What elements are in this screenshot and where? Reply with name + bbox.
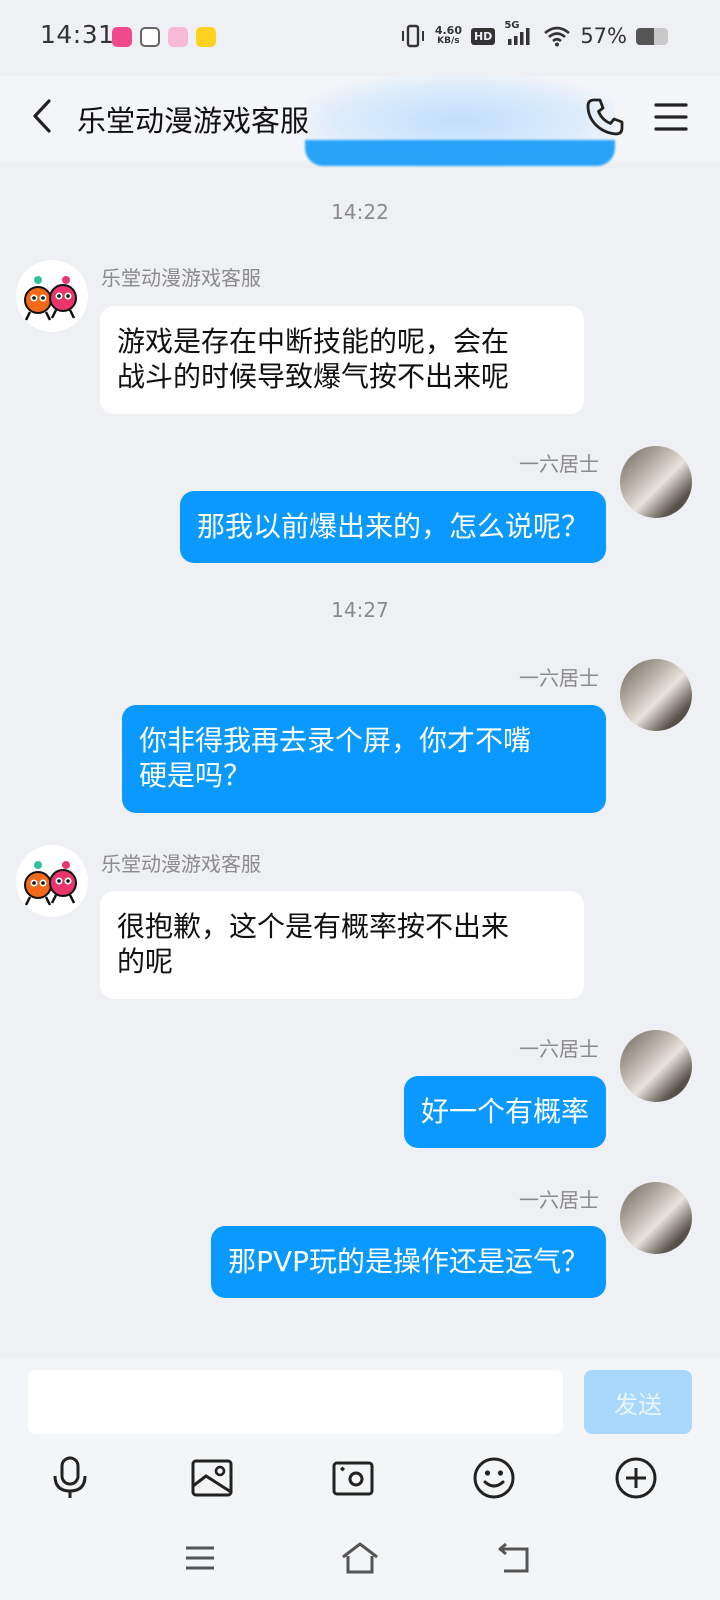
network-speed-unit: KB/s bbox=[437, 36, 460, 46]
wifi-icon bbox=[544, 26, 571, 47]
message-bubble[interactable]: 那我以前爆出来的，怎么说呢？ bbox=[179, 491, 606, 563]
home-button[interactable] bbox=[336, 1534, 384, 1582]
status-time: 14:31 bbox=[40, 20, 115, 49]
sender-name: 一六居士 bbox=[519, 1188, 599, 1212]
back-nav-button[interactable] bbox=[490, 1534, 538, 1582]
sender-name: 乐堂动漫游戏客服 bbox=[101, 266, 261, 290]
photo-icon bbox=[191, 1459, 233, 1497]
sender-name: 乐堂动漫游戏客服 bbox=[101, 852, 261, 876]
sender-name: 一六居士 bbox=[519, 452, 599, 476]
cellular-signal-icon: 5G bbox=[504, 20, 534, 48]
customer-service-avatar-icon bbox=[16, 845, 88, 917]
battery-level-fill bbox=[636, 27, 655, 45]
avatar[interactable] bbox=[16, 845, 88, 917]
avatar[interactable] bbox=[16, 260, 88, 332]
photo-button[interactable] bbox=[186, 1452, 238, 1504]
voice-button[interactable] bbox=[44, 1452, 96, 1504]
system-navigation-bar bbox=[0, 1522, 720, 1600]
chat-title: 乐堂动漫游戏客服 bbox=[77, 104, 310, 138]
app-notification-icon bbox=[168, 27, 188, 47]
status-bar: 14:31 4.60 KB/s HD 5G 57% bbox=[0, 0, 720, 76]
avatar[interactable] bbox=[620, 1030, 692, 1102]
send-button[interactable]: 发送 bbox=[584, 1370, 692, 1434]
sender-name: 一六居士 bbox=[519, 1037, 599, 1061]
recent-apps-icon bbox=[186, 1546, 214, 1570]
app-notification-icon bbox=[196, 27, 216, 47]
chat-messages[interactable]: 14:22 乐堂动漫游戏客服 游戏是存在中断技能的呢，会在 战斗的时候导致爆气按… bbox=[0, 162, 720, 1358]
sender-name: 一六居士 bbox=[519, 666, 599, 690]
call-button[interactable] bbox=[584, 96, 626, 138]
hamburger-menu-icon bbox=[654, 103, 688, 131]
avatar[interactable] bbox=[620, 1182, 692, 1254]
message-bubble[interactable]: 你非得我再去录个屏，你才不嘴 硬是吗？ bbox=[122, 705, 606, 813]
time-divider: 14:27 bbox=[331, 598, 389, 622]
avatar[interactable] bbox=[620, 446, 692, 518]
battery-icon bbox=[636, 27, 668, 45]
camera-button[interactable] bbox=[327, 1452, 379, 1504]
back-button[interactable] bbox=[22, 94, 62, 138]
input-toolbar bbox=[0, 1440, 720, 1522]
plus-icon bbox=[615, 1457, 657, 1499]
message-text-line: 的呢 bbox=[117, 945, 174, 978]
home-icon bbox=[342, 1542, 378, 1574]
hd-badge: HD bbox=[470, 27, 496, 45]
camera-icon bbox=[332, 1461, 374, 1496]
message-bubble[interactable]: 很抱歉，这个是有概率按不出来 的呢 bbox=[100, 891, 584, 999]
message-text: 那PVP玩的是操作还是运气？ bbox=[228, 1245, 589, 1278]
recent-apps-button[interactable] bbox=[176, 1534, 224, 1582]
time-divider: 14:22 bbox=[331, 200, 389, 224]
vibrate-icon bbox=[401, 24, 424, 48]
message-input[interactable] bbox=[28, 1370, 563, 1434]
notification-icons bbox=[112, 27, 216, 47]
emoji-icon bbox=[473, 1457, 515, 1499]
message-text-line: 游戏是存在中断技能的呢，会在 bbox=[117, 325, 510, 358]
phone-icon bbox=[586, 98, 624, 136]
message-bubble[interactable]: 那PVP玩的是操作还是运气？ bbox=[211, 1226, 606, 1298]
back-icon bbox=[498, 1542, 529, 1573]
message-bubble[interactable]: 好一个有概率 bbox=[403, 1076, 606, 1148]
avatar[interactable] bbox=[620, 659, 692, 731]
message-bubble[interactable]: 游戏是存在中断技能的呢，会在 战斗的时候导致爆气按不出来呢 bbox=[100, 306, 584, 414]
app-notification-icon bbox=[140, 27, 160, 47]
battery-percent: 57% bbox=[580, 24, 627, 48]
message-text-line: 你非得我再去录个屏，你才不嘴 bbox=[139, 724, 532, 757]
message-text-line: 硬是吗？ bbox=[139, 759, 252, 792]
customer-service-avatar-icon bbox=[16, 260, 88, 332]
message-text-line: 很抱歉，这个是有概率按不出来 bbox=[117, 910, 510, 943]
message-text: 那我以前爆出来的，怎么说呢？ bbox=[196, 510, 589, 543]
status-indicators: 4.60 KB/s HD 5G 57% bbox=[400, 20, 668, 48]
more-button[interactable] bbox=[610, 1452, 662, 1504]
network-speed-value: 4.60 bbox=[434, 24, 462, 37]
menu-button[interactable] bbox=[650, 96, 692, 138]
emoji-button[interactable] bbox=[468, 1452, 520, 1504]
network-speed: 4.60 KB/s bbox=[435, 25, 462, 47]
microphone-icon bbox=[53, 1456, 87, 1498]
message-text: 好一个有概率 bbox=[420, 1095, 589, 1128]
message-text-line: 战斗的时候导致爆气按不出来呢 bbox=[117, 360, 510, 393]
app-notification-icon bbox=[112, 27, 132, 47]
chevron-left-icon bbox=[33, 99, 51, 133]
